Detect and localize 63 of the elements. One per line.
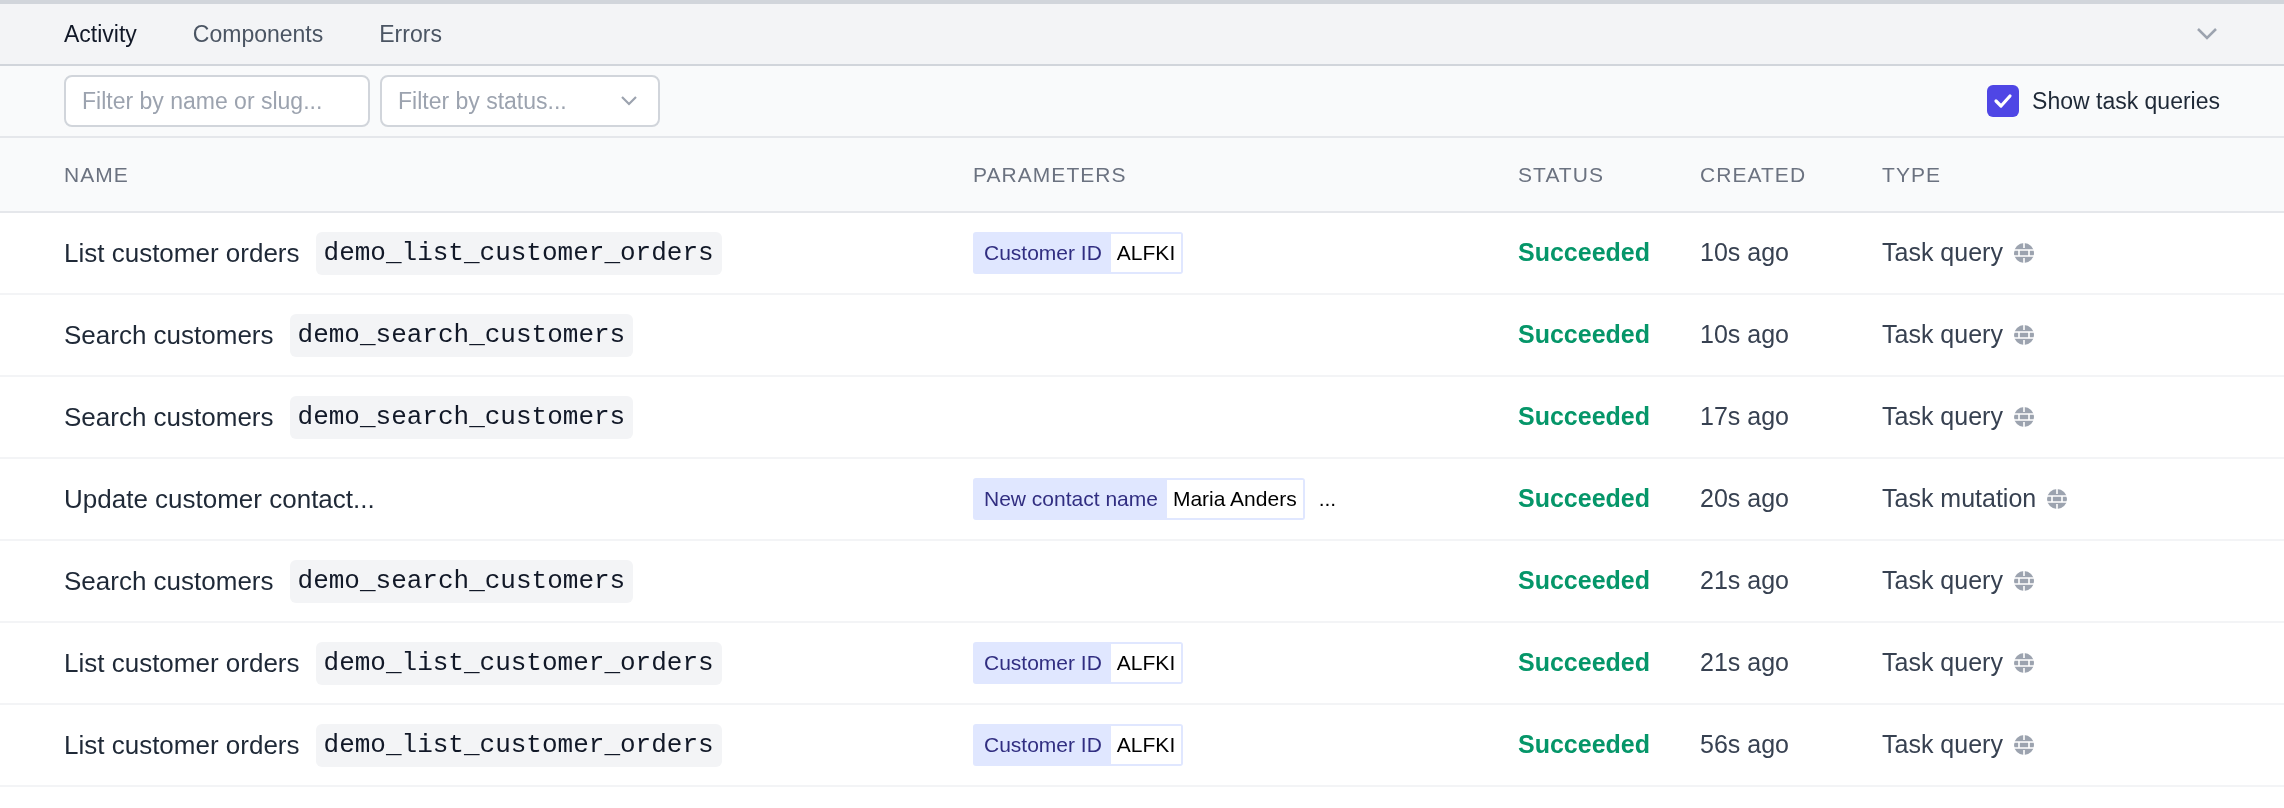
query-name: List customer orders <box>64 236 300 270</box>
created-time: 10s ago <box>1700 237 1790 269</box>
parameter-label: Customer ID <box>983 240 1103 267</box>
query-name: List customer orders <box>64 646 300 680</box>
chevron-down-icon <box>620 95 638 107</box>
slug-label: demo_list_customer_orders <box>315 641 722 685</box>
globe-icon <box>2012 652 2035 674</box>
more-parameters: ... <box>1318 486 1337 513</box>
globe-icon <box>2012 734 2035 756</box>
parameter-value: ALFKI <box>1110 644 1182 682</box>
column-header: TYPE <box>1882 161 1943 188</box>
query-name: List customer orders <box>64 728 300 762</box>
status-text: Succeeded <box>1518 401 1651 433</box>
query-name: Search customers <box>64 564 274 598</box>
type-text: Task query <box>1882 647 2003 679</box>
parameter-value: ALFKI <box>1110 234 1182 272</box>
column-header: NAME <box>64 161 130 188</box>
slug-label: demo_list_customer_orders <box>315 723 722 767</box>
type-text: Task query <box>1882 237 2003 269</box>
status-text: Succeeded <box>1518 483 1651 515</box>
created-time: 21s ago <box>1700 565 1790 597</box>
status-text: Succeeded <box>1518 565 1651 597</box>
created-time: 17s ago <box>1700 401 1790 433</box>
slug-label: demo_search_customers <box>289 559 634 603</box>
type-text: Task query <box>1882 319 2003 351</box>
status-text: Succeeded <box>1518 319 1651 351</box>
created-time: 21s ago <box>1700 647 1790 679</box>
type-text: Task mutation <box>1882 483 2037 515</box>
column-header: CREATED <box>1700 161 1808 188</box>
column-header: STATUS <box>1518 161 1606 188</box>
slug-label: demo_list_customer_orders <box>315 231 722 275</box>
tab[interactable]: Errors <box>379 16 442 52</box>
column-header: PARAMETERS <box>973 161 1128 188</box>
globe-icon <box>2012 324 2035 346</box>
tab[interactable]: Activity <box>64 16 137 52</box>
type-text: Task query <box>1882 565 2003 597</box>
tab[interactable]: Components <box>192 16 324 52</box>
status-text: Succeeded <box>1518 647 1651 679</box>
status-text: Succeeded <box>1518 729 1651 761</box>
parameter-label: Customer ID <box>983 732 1103 759</box>
slug-label: demo_search_customers <box>289 313 634 357</box>
parameter-value: Maria Anders <box>1166 480 1303 518</box>
query-name: Search customers <box>64 400 274 434</box>
show-task-queries-label: Show task queries <box>2032 86 2220 116</box>
status-text: Succeeded <box>1518 237 1651 269</box>
created-time: 56s ago <box>1700 729 1790 761</box>
globe-icon <box>2012 570 2035 592</box>
type-text: Task query <box>1882 729 2003 761</box>
created-time: 20s ago <box>1700 483 1790 515</box>
globe-icon <box>2012 406 2035 428</box>
parameter-label: Customer ID <box>983 650 1103 677</box>
name-filter-field[interactable]: Filter by name or slug... <box>64 75 370 127</box>
globe-icon <box>2046 488 2069 510</box>
type-text: Task query <box>1882 401 2003 433</box>
query-name: Update customer contact... <box>64 482 375 516</box>
slug-label: demo_search_customers <box>289 395 634 439</box>
globe-icon <box>2012 242 2035 264</box>
query-name: Search customers <box>64 318 274 352</box>
parameter-value: ALFKI <box>1110 726 1182 764</box>
created-time: 10s ago <box>1700 319 1790 351</box>
checkmark-icon <box>1993 93 2014 109</box>
parameter-label: New contact name <box>983 486 1159 513</box>
show-task-queries-checkbox[interactable] <box>1987 85 2020 117</box>
